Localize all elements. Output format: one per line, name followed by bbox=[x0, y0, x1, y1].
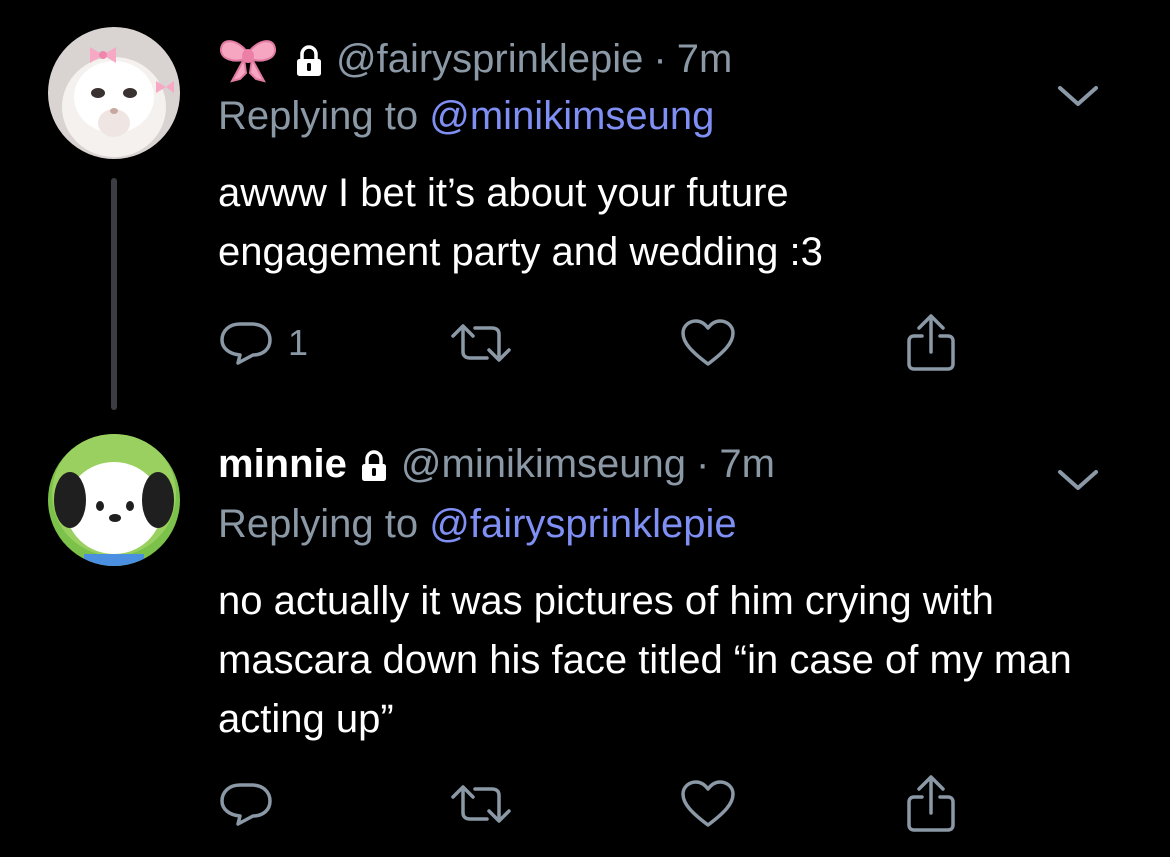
avatar-minikimseung[interactable] bbox=[48, 434, 180, 566]
tweet-text: no actually it was pictures of him cryin… bbox=[218, 579, 1072, 741]
retweet-icon bbox=[451, 785, 511, 823]
tweet-handle[interactable]: @fairysprinklepie bbox=[336, 37, 643, 82]
like-button[interactable] bbox=[680, 774, 736, 834]
lock-icon bbox=[361, 450, 387, 482]
chevron-down-icon[interactable] bbox=[1056, 82, 1100, 112]
reply-mention-link[interactable]: @fairysprinklepie bbox=[429, 502, 736, 546]
tweet-timestamp[interactable]: 7m bbox=[719, 442, 775, 487]
retweet-icon bbox=[451, 324, 511, 362]
tweet-timestamp[interactable]: 7m bbox=[677, 37, 733, 82]
share-icon bbox=[907, 314, 955, 371]
tweet-header: @fairysprinklepie · 7m bbox=[218, 31, 732, 87]
replying-to-line: Replying to @minikimseung bbox=[218, 94, 714, 139]
tweet-1[interactable]: @fairysprinklepie · 7m Replying to @mini… bbox=[0, 0, 1170, 420]
share-button[interactable] bbox=[906, 774, 956, 834]
lock-icon bbox=[296, 45, 322, 77]
replying-prefix: Replying to bbox=[218, 502, 419, 546]
reply-button[interactable]: 1 bbox=[218, 313, 308, 373]
heart-icon bbox=[681, 319, 735, 366]
retweet-button[interactable] bbox=[450, 313, 512, 373]
reply-mention-link[interactable]: @minikimseung bbox=[429, 94, 714, 138]
kitten-avatar-image bbox=[48, 27, 180, 159]
ribbon-icon bbox=[218, 35, 278, 83]
like-button[interactable] bbox=[680, 313, 736, 373]
replying-to-line: Replying to @fairysprinklepie bbox=[218, 502, 737, 547]
thread-connector-line bbox=[111, 178, 117, 410]
heart-icon bbox=[681, 780, 735, 827]
pochacco-avatar-image bbox=[48, 434, 180, 566]
retweet-button[interactable] bbox=[450, 774, 512, 834]
reply-count: 1 bbox=[288, 322, 309, 363]
reply-button[interactable] bbox=[218, 774, 288, 834]
display-name[interactable]: minnie bbox=[218, 442, 347, 487]
tweet-header: minnie @minikimseung · 7m bbox=[218, 436, 775, 492]
separator-dot: · bbox=[653, 36, 667, 81]
tweet-text: awww I bet it’s about your future engage… bbox=[218, 171, 823, 274]
share-button[interactable] bbox=[906, 313, 956, 373]
avatar-fairysprinklepie[interactable] bbox=[48, 27, 180, 159]
separator-dot: · bbox=[696, 441, 710, 486]
tweet-handle[interactable]: @minikimseung bbox=[401, 442, 686, 487]
chevron-down-icon[interactable] bbox=[1056, 466, 1100, 496]
share-icon bbox=[907, 775, 955, 832]
tweet-2[interactable]: minnie @minikimseung · 7m Replying to @f… bbox=[0, 420, 1170, 857]
tweet-actions bbox=[218, 774, 978, 834]
replying-prefix: Replying to bbox=[218, 94, 419, 138]
reply-icon bbox=[220, 783, 272, 826]
reply-icon bbox=[220, 322, 272, 365]
tweet-actions: 1 bbox=[218, 313, 978, 373]
